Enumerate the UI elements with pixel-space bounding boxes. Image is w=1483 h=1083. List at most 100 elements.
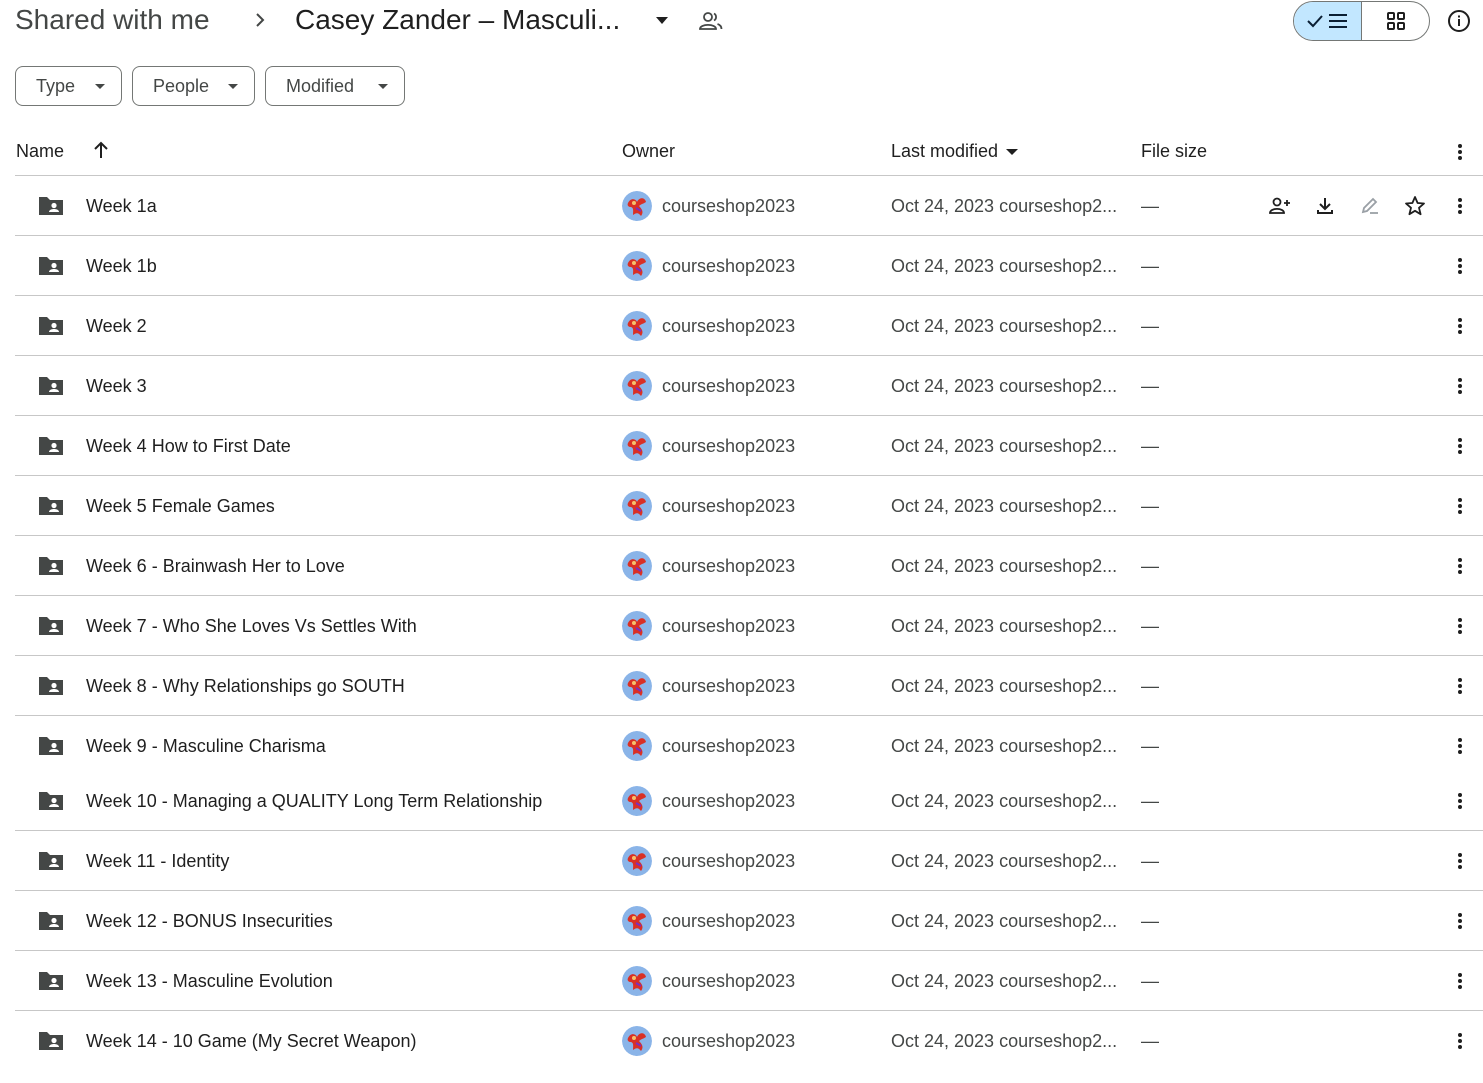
check-list-icon <box>1306 14 1347 28</box>
star-icon[interactable] <box>1403 194 1427 218</box>
owner-name: courseshop2023 <box>662 496 796 516</box>
arrow-up-icon[interactable] <box>91 139 111 161</box>
shared-folder-icon <box>39 677 63 695</box>
owner-name: courseshop2023 <box>662 791 796 811</box>
more-vertical-icon[interactable] <box>1450 1029 1470 1053</box>
shared-folder-icon <box>39 497 63 515</box>
table-row[interactable]: Week 1a courseshop2023 Oct 24, 2023 cour… <box>15 176 1483 236</box>
info-icon[interactable] <box>1447 9 1471 33</box>
more-vertical-icon[interactable] <box>1450 314 1470 338</box>
owner-name: courseshop2023 <box>662 256 796 276</box>
avatar <box>622 786 652 816</box>
last-modified: Oct 24, 2023 courseshop2... <box>891 496 1118 516</box>
people-icon[interactable] <box>698 9 724 33</box>
more-vertical-icon[interactable] <box>1450 969 1470 993</box>
file-size: — <box>1141 911 1159 931</box>
breadcrumb-current-folder[interactable]: Casey Zander – Masculi... <box>295 2 620 38</box>
more-vertical-icon[interactable] <box>1450 494 1470 518</box>
caret-down-icon <box>95 84 105 89</box>
table-row[interactable]: Week 4 How to First Date courseshop2023 … <box>15 416 1483 476</box>
last-modified: Oct 24, 2023 courseshop2... <box>891 791 1118 811</box>
table-row[interactable]: Week 12 - BONUS Insecurities courseshop2… <box>15 891 1483 951</box>
caret-down-icon <box>1006 149 1019 156</box>
owner-name: courseshop2023 <box>662 436 796 456</box>
file-name: Week 5 Female Games <box>86 496 275 516</box>
column-last-modified-header[interactable]: Last modified <box>891 140 1019 162</box>
table-row[interactable]: Week 3 courseshop2023 Oct 24, 2023 cours… <box>15 356 1483 416</box>
file-size: — <box>1141 736 1159 756</box>
table-row[interactable]: Week 1b courseshop2023 Oct 24, 2023 cour… <box>15 236 1483 296</box>
column-name-header[interactable]: Name <box>16 140 64 162</box>
file-name: Week 14 - 10 Game (My Secret Weapon) <box>86 1031 417 1051</box>
header: Shared with me Casey Zander – Masculi... <box>0 0 1483 44</box>
breadcrumb-shared-with-me[interactable]: Shared with me <box>15 2 210 38</box>
more-vertical-icon[interactable] <box>1450 909 1470 933</box>
shared-folder-icon <box>39 912 63 930</box>
last-modified: Oct 24, 2023 courseshop2... <box>891 616 1118 636</box>
last-modified: Oct 24, 2023 courseshop2... <box>891 676 1118 696</box>
more-vertical-icon[interactable] <box>1450 140 1470 164</box>
table-row[interactable]: Week 9 - Masculine Charisma courseshop20… <box>15 716 1483 771</box>
filter-modified-chip[interactable]: Modified <box>265 66 405 106</box>
file-size: — <box>1141 196 1159 216</box>
view-toggle <box>1293 1 1430 41</box>
file-size: — <box>1141 496 1159 516</box>
share-icon[interactable] <box>1268 194 1292 218</box>
owner-name: courseshop2023 <box>662 736 796 756</box>
more-vertical-icon[interactable] <box>1450 254 1470 278</box>
more-vertical-icon[interactable] <box>1450 434 1470 458</box>
shared-folder-icon <box>39 257 63 275</box>
file-name: Week 4 How to First Date <box>86 436 291 456</box>
shared-folder-icon <box>39 557 63 575</box>
filter-type-chip[interactable]: Type <box>15 66 122 106</box>
owner-name: courseshop2023 <box>662 196 796 216</box>
more-vertical-icon[interactable] <box>1450 734 1470 758</box>
shared-folder-icon <box>39 972 63 990</box>
more-vertical-icon[interactable] <box>1450 789 1470 813</box>
shared-folder-icon <box>39 737 63 755</box>
file-size: — <box>1141 1031 1159 1051</box>
file-size: — <box>1141 791 1159 811</box>
owner-name: courseshop2023 <box>662 316 796 336</box>
avatar <box>622 611 652 641</box>
table-row[interactable]: Week 8 - Why Relationships go SOUTH cour… <box>15 656 1483 716</box>
last-modified: Oct 24, 2023 courseshop2... <box>891 851 1118 871</box>
table-row[interactable]: Week 11 - Identity courseshop2023 Oct 24… <box>15 831 1483 891</box>
file-size: — <box>1141 676 1159 696</box>
more-vertical-icon[interactable] <box>1450 194 1470 218</box>
file-name: Week 13 - Masculine Evolution <box>86 971 333 991</box>
list-view-button[interactable] <box>1294 2 1362 40</box>
filter-modified-label: Modified <box>286 75 355 96</box>
file-size: — <box>1141 971 1159 991</box>
table-header: Name Owner Last modified File size <box>15 128 1483 176</box>
table-row[interactable]: Week 10 - Managing a QUALITY Long Term R… <box>15 771 1483 831</box>
table-row[interactable]: Week 7 - Who She Loves Vs Settles With c… <box>15 596 1483 656</box>
file-size: — <box>1141 316 1159 336</box>
file-size: — <box>1141 616 1159 636</box>
owner-name: courseshop2023 <box>662 556 796 576</box>
more-vertical-icon[interactable] <box>1450 849 1470 873</box>
more-vertical-icon[interactable] <box>1450 674 1470 698</box>
avatar <box>622 251 652 281</box>
filter-people-chip[interactable]: People <box>132 66 255 106</box>
more-vertical-icon[interactable] <box>1450 554 1470 578</box>
last-modified: Oct 24, 2023 courseshop2... <box>891 556 1118 576</box>
table-row[interactable]: Week 13 - Masculine Evolution courseshop… <box>15 951 1483 1011</box>
file-size: — <box>1141 851 1159 871</box>
more-vertical-icon[interactable] <box>1450 374 1470 398</box>
table-row[interactable]: Week 14 - 10 Game (My Secret Weapon) cou… <box>15 1011 1483 1071</box>
table-row[interactable]: Week 2 courseshop2023 Oct 24, 2023 cours… <box>15 296 1483 356</box>
table-row[interactable]: Week 5 Female Games courseshop2023 Oct 2… <box>15 476 1483 536</box>
avatar <box>622 966 652 996</box>
last-modified: Oct 24, 2023 courseshop2... <box>891 736 1118 756</box>
file-size: — <box>1141 436 1159 456</box>
table-row[interactable]: Week 6 - Brainwash Her to Love coursesho… <box>15 536 1483 596</box>
grid-view-button[interactable] <box>1362 2 1429 40</box>
download-icon[interactable] <box>1313 194 1337 218</box>
more-vertical-icon[interactable] <box>1450 614 1470 638</box>
owner-name: courseshop2023 <box>662 376 796 396</box>
rename-icon[interactable] <box>1358 194 1382 218</box>
caret-down-icon[interactable] <box>652 12 672 30</box>
avatar <box>622 846 652 876</box>
shared-folder-icon <box>39 792 63 810</box>
